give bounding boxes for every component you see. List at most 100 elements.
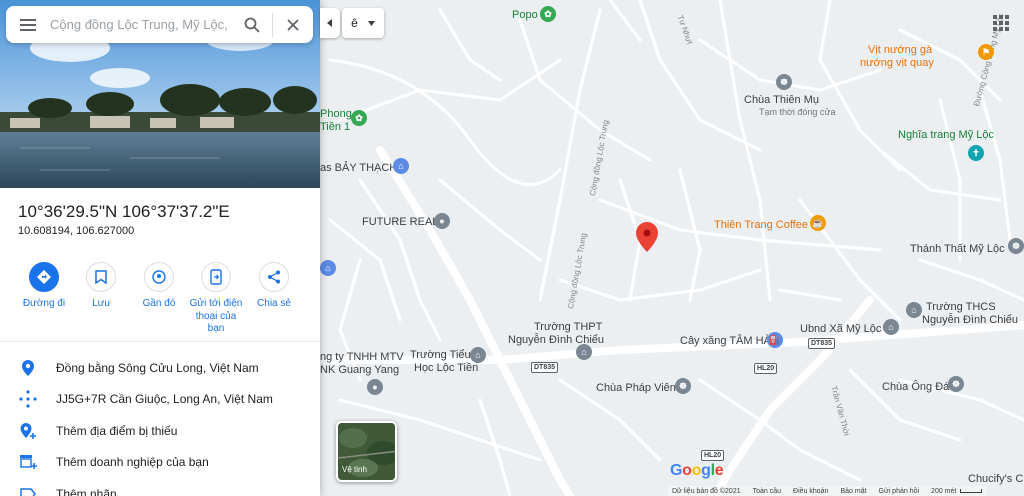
add-business-icon	[20, 455, 37, 470]
poi-status: Tạm thời đóng cửa	[759, 107, 836, 117]
send-to-phone-button[interactable]: Gửi tới điện thoại của bạn	[186, 262, 246, 336]
google-logo: Google	[670, 462, 724, 479]
road-shield: DT835	[808, 338, 836, 349]
add-label-text: Thêm nhãn	[56, 486, 117, 496]
nearby-label: Gần đó	[142, 298, 176, 309]
temple-icon[interactable]: ☸	[675, 378, 691, 394]
temple-icon[interactable]: ☸	[776, 74, 792, 90]
send-to-phone-label: Gửi tới điện thoại của bạn	[189, 298, 243, 334]
satellite-label: Vệ tinh	[342, 465, 367, 474]
gas-station-icon[interactable]: ⛽	[767, 332, 783, 348]
school-icon[interactable]: ⌂	[576, 344, 592, 360]
store-icon[interactable]: ⌂	[320, 260, 336, 276]
poi-label[interactable]: Trường THCS	[926, 301, 996, 314]
share-button[interactable]: Chia sẻ	[244, 262, 304, 311]
government-icon[interactable]: ⌂	[883, 319, 899, 335]
save-button[interactable]: Lưu	[71, 262, 131, 311]
directions-label: Đường đi	[22, 298, 66, 309]
clear-search-button[interactable]	[273, 6, 313, 43]
map-footer: Dữ liệu bản đồ ©2021 Toàn cầu Điều khoản…	[668, 486, 987, 496]
place-info-list: Đồng bằng Sông Cửu Long, Việt Nam JJ5G+7…	[0, 352, 320, 496]
poi-label[interactable]: Chùa Thiên Mụ	[744, 94, 819, 107]
location-pin-icon	[22, 359, 34, 376]
caret-down-icon	[367, 20, 375, 26]
poi-label[interactable]: ng ty TNHH MTV	[320, 351, 404, 364]
add-missing-place-row[interactable]: Thêm địa điểm bị thiếu	[0, 415, 320, 447]
poi-label[interactable]: Ubnd Xã Mỹ Lộc	[800, 323, 881, 336]
school-icon[interactable]: ⌂	[906, 302, 922, 318]
temple-icon[interactable]: ☸	[948, 376, 964, 392]
dropped-pin-icon[interactable]	[636, 222, 658, 252]
region-row[interactable]: Đồng bằng Sông Cửu Long, Việt Nam	[0, 352, 320, 384]
place-marker-icon[interactable]: ●	[367, 379, 383, 395]
poi-label[interactable]: Cây xăng TÂM HÀ	[680, 335, 771, 348]
cemetery-icon[interactable]: ✝	[968, 145, 984, 161]
poi-label[interactable]: Thánh Thất Mỹ Lộc	[910, 243, 1005, 256]
plus-code-row[interactable]: JJ5G+7R Cần Giuộc, Long An, Việt Nam	[0, 384, 320, 416]
poi-label[interactable]: Trường Tiểu	[410, 349, 471, 362]
poi-label[interactable]: Phong	[320, 108, 352, 121]
park-icon[interactable]: ✿	[540, 6, 556, 22]
directions-button[interactable]: Đường đi	[14, 262, 74, 311]
poi-label[interactable]: Trường THPT	[534, 321, 602, 334]
coffee-icon[interactable]: ☕	[810, 215, 826, 231]
layer-toggle-label: ê	[351, 16, 358, 30]
hamburger-icon	[20, 18, 36, 31]
poi-label[interactable]: Popo	[512, 9, 538, 22]
menu-button[interactable]	[6, 6, 50, 43]
search-input[interactable]	[50, 9, 232, 40]
poi-label[interactable]: Tiền 1	[320, 121, 350, 134]
scale-bar	[960, 489, 983, 493]
store-icon[interactable]: ⌂	[393, 158, 409, 174]
park-icon[interactable]: ✿	[351, 110, 367, 126]
road-shield: DT835	[531, 362, 559, 373]
add-place-icon	[20, 422, 36, 439]
poi-label[interactable]: nướng vịt quay	[860, 57, 934, 70]
collapse-panel-button[interactable]	[320, 8, 340, 38]
poi-label[interactable]: Chùa Ông Đá	[882, 381, 949, 394]
poi-label[interactable]: Nghĩa trang Mỹ Lộc	[898, 129, 994, 142]
nearby-button[interactable]: Gần đó	[129, 262, 189, 311]
region-text: Đồng bằng Sông Cửu Long, Việt Nam	[56, 360, 259, 375]
send-to-phone-icon	[210, 269, 222, 285]
poi-label[interactable]: Học Lộc Tiền	[414, 362, 478, 375]
poi-label[interactable]: Nguyễn Đình Chiểu	[508, 334, 604, 347]
poi-label[interactable]: Nguyễn Đình Chiểu	[922, 314, 1018, 327]
poi-label[interactable]: FUTURE REAL	[362, 216, 438, 229]
bookmark-icon	[95, 270, 107, 284]
share-label: Chia sẻ	[257, 298, 291, 309]
poi-label[interactable]: NK Guang Yang	[320, 364, 399, 377]
feedback-link[interactable]: Gửi phản hồi	[879, 488, 920, 495]
caret-left-icon	[327, 19, 332, 27]
road-shield: HL20	[754, 363, 778, 374]
place-marker-icon[interactable]: ●	[434, 213, 450, 229]
poi-label[interactable]: Vịt nướng gà	[868, 44, 932, 57]
satellite-layer-button[interactable]: Vệ tinh	[336, 421, 397, 482]
restaurant-icon[interactable]: ⚑	[978, 44, 994, 60]
terms-link[interactable]: Điều khoản	[793, 488, 828, 495]
poi-label[interactable]: Chùa Pháp Viên	[596, 382, 676, 395]
add-business-row[interactable]: Thêm doanh nghiệp của bạn	[0, 447, 320, 479]
poi-label[interactable]: Thiên Trang Coffee	[714, 219, 808, 232]
global-link[interactable]: Toàn cầu	[753, 488, 781, 495]
poi-label[interactable]: as BẢY THẠCH	[320, 162, 397, 175]
close-icon	[287, 18, 299, 31]
plus-code-text: JJ5G+7R Cần Giuộc, Long An, Việt Nam	[56, 392, 273, 407]
road-shield: HL20	[701, 450, 725, 461]
scale-text[interactable]: 200 mét	[931, 488, 956, 495]
add-label-row[interactable]: Thêm nhãn	[0, 478, 320, 496]
search-icon	[244, 17, 260, 33]
google-apps-button[interactable]	[990, 12, 1012, 34]
add-missing-place-text: Thêm địa điểm bị thiếu	[56, 423, 178, 438]
temple-icon[interactable]: ☸	[1008, 238, 1024, 254]
directions-icon	[37, 270, 51, 284]
search-button[interactable]	[232, 6, 272, 43]
poi-label[interactable]: Chucify's C	[968, 473, 1023, 486]
label-icon	[20, 488, 36, 496]
nearby-icon	[152, 270, 166, 284]
place-panel: 10°36'29.5"N 106°37'37.2"E 10.608194, 10…	[0, 0, 320, 496]
school-icon[interactable]: ⌂	[470, 347, 486, 363]
privacy-link[interactable]: Bảo mật	[840, 488, 866, 495]
layer-toggle[interactable]: ê	[342, 8, 384, 38]
action-buttons: Đường đi Lưu Gần đó Gửi tới điện thoại c…	[0, 262, 320, 342]
